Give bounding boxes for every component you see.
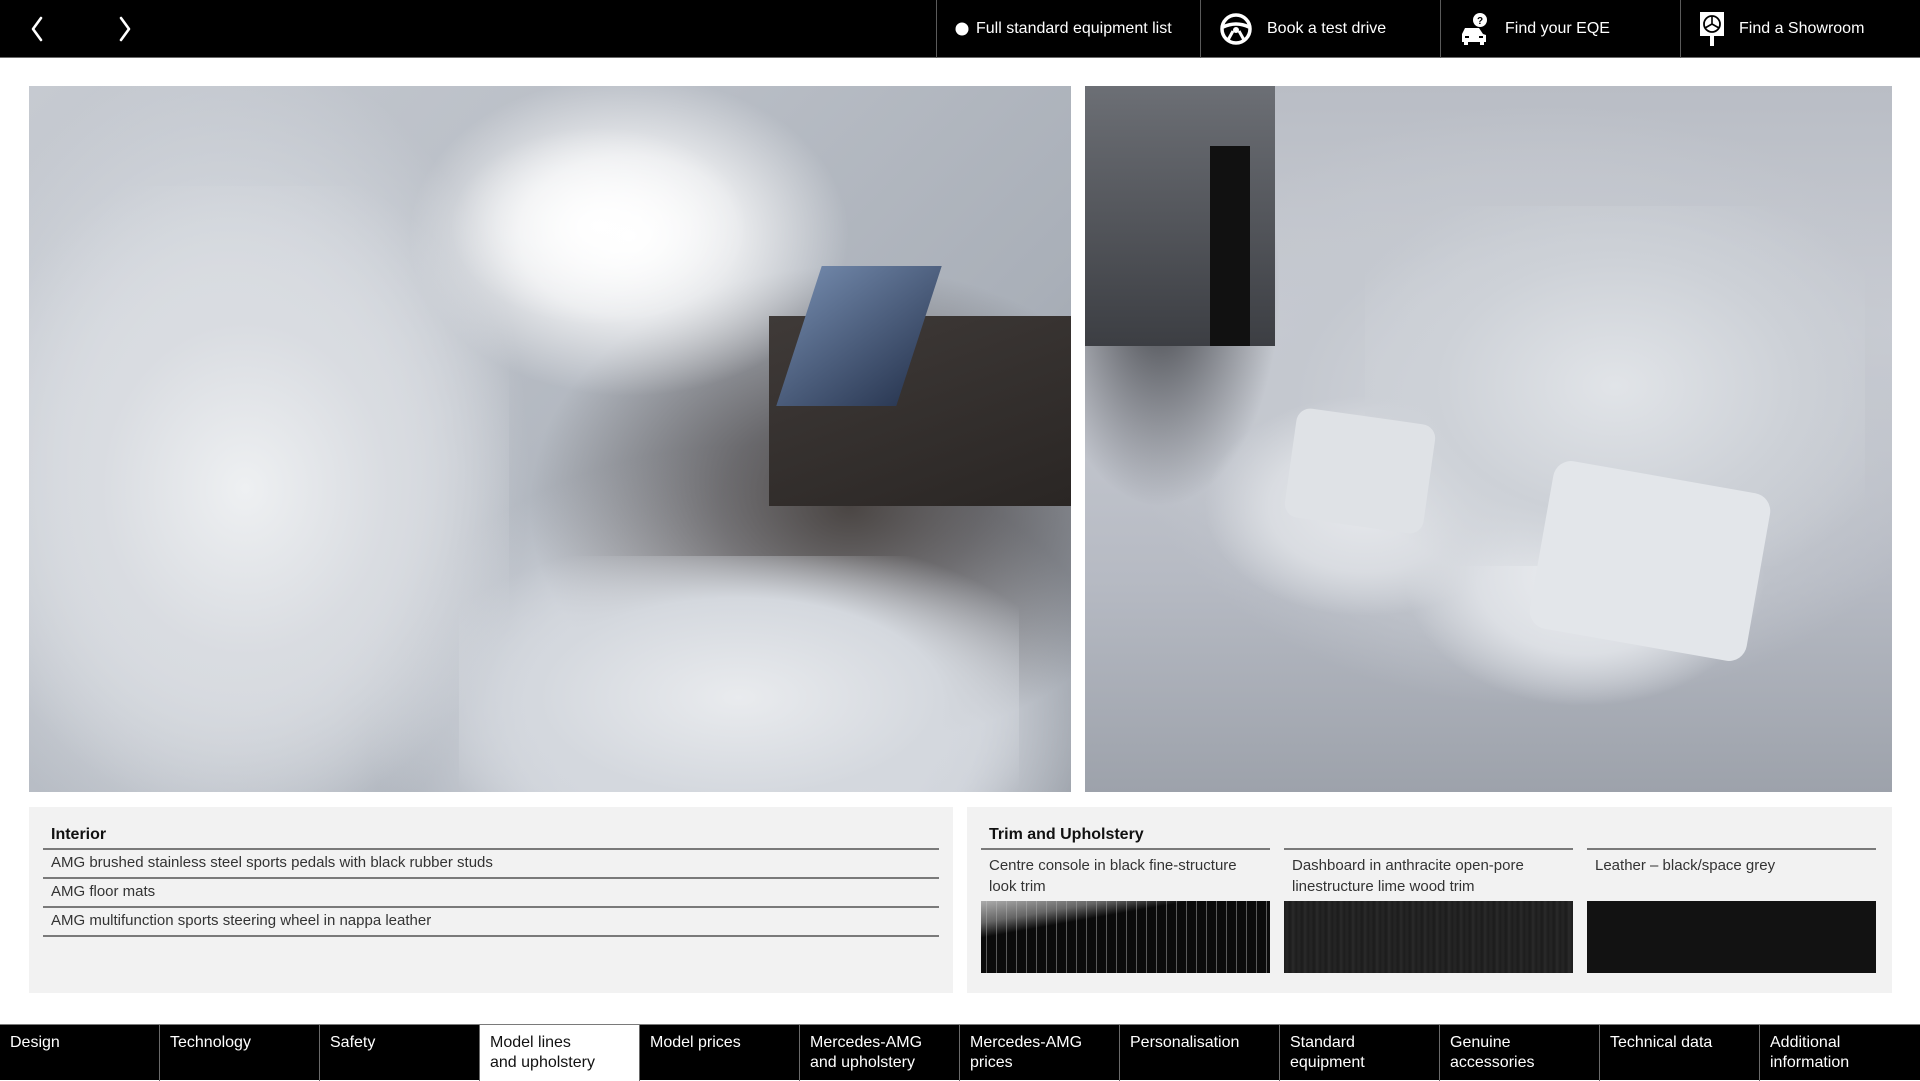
tab-technical-data[interactable]: Technical data	[1600, 1025, 1760, 1081]
list-item: AMG floor mats	[43, 879, 939, 908]
find-your-eqe-button[interactable]: ? Find your EQE	[1440, 0, 1680, 58]
chevron-left-icon	[31, 16, 43, 42]
steering-wheel-icon	[1219, 12, 1253, 46]
trim-option-label: Leather – black/space grey	[1595, 857, 1776, 874]
rear-interior-photo	[1085, 86, 1892, 792]
trim-upholstery-panel: Trim and Upholstery Centre console in bl…	[967, 807, 1892, 993]
tab-label-line2: and upholstery	[810, 1054, 915, 1071]
book-test-drive-label: Book a test drive	[1267, 20, 1387, 37]
tab-label: Design	[10, 1034, 60, 1051]
tab-label: Personalisation	[1130, 1034, 1240, 1051]
interior-panel: Interior AMG brushed stainless steel spo…	[29, 807, 953, 993]
tab-label: Standard	[1290, 1034, 1355, 1051]
tab-label: Mercedes-AMG	[810, 1034, 923, 1051]
tab-label: Technology	[170, 1034, 251, 1051]
tab-label: Model prices	[650, 1034, 741, 1051]
tab-technology[interactable]: Technology	[160, 1025, 320, 1081]
tab-model-lines-upholstery[interactable]: Model lines and upholstery	[480, 1025, 640, 1081]
trim-swatch-leather	[1587, 901, 1876, 973]
interior-list: AMG brushed stainless steel sports pedal…	[43, 848, 939, 937]
trim-option: Leather – black/space grey	[1587, 848, 1876, 973]
tab-label-line2: equipment	[1290, 1054, 1365, 1071]
dot-icon	[955, 22, 969, 36]
tab-label-line2: and upholstery	[490, 1054, 595, 1071]
interior-title: Interior	[51, 826, 107, 843]
trim-upholstery-title: Trim and Upholstery	[989, 826, 1144, 843]
find-your-eqe-label: Find your EQE	[1505, 20, 1610, 37]
trim-option: Dashboard in anthracite open-pore linest…	[1284, 848, 1573, 973]
book-test-drive-button[interactable]: Book a test drive	[1200, 0, 1440, 58]
tab-genuine-accessories[interactable]: Genuine accessories	[1440, 1025, 1600, 1081]
tab-label-line2: prices	[970, 1054, 1013, 1071]
tab-label-line2: information	[1770, 1054, 1850, 1071]
tab-design[interactable]: Design	[0, 1025, 160, 1081]
previous-page-button[interactable]	[22, 12, 52, 46]
next-page-button[interactable]	[110, 12, 140, 46]
tab-label: Safety	[330, 1034, 376, 1051]
trim-swatch-dashboard	[1284, 901, 1573, 973]
chevron-right-icon	[119, 16, 131, 42]
trim-option-label: Centre console in black fine-structure l…	[989, 857, 1237, 895]
car-question-icon: ?	[1459, 12, 1491, 46]
trim-swatch-centre-console	[981, 901, 1270, 973]
tab-mercedes-amg-upholstery[interactable]: Mercedes-AMG and upholstery	[800, 1025, 960, 1081]
bottom-navigation: Design Technology Safety Model lines and …	[0, 1024, 1920, 1081]
full-standard-equipment-list-button[interactable]: Full standard equipment list	[936, 0, 1200, 58]
trim-option-label: Dashboard in anthracite open-pore linest…	[1292, 857, 1524, 895]
tab-mercedes-amg-prices[interactable]: Mercedes-AMG prices	[960, 1025, 1120, 1081]
front-interior-photo	[29, 86, 1071, 792]
list-item: AMG multifunction sports steering wheel …	[43, 908, 939, 937]
tab-label: Technical data	[1610, 1034, 1713, 1051]
tab-safety[interactable]: Safety	[320, 1025, 480, 1081]
full-standard-equipment-list-label: Full standard equipment list	[976, 20, 1172, 37]
trim-option: Centre console in black fine-structure l…	[981, 848, 1270, 973]
tab-label: Genuine	[1450, 1034, 1511, 1051]
tab-additional-information[interactable]: Additional information	[1760, 1025, 1920, 1081]
tab-personalisation[interactable]: Personalisation	[1120, 1025, 1280, 1081]
tab-standard-equipment[interactable]: Standard equipment	[1280, 1025, 1440, 1081]
tab-label-line2: accessories	[1450, 1054, 1535, 1071]
find-showroom-button[interactable]: Find a Showroom	[1680, 0, 1920, 58]
tab-label: Additional	[1770, 1034, 1841, 1051]
tab-model-prices[interactable]: Model prices	[640, 1025, 800, 1081]
tab-label: Model lines	[490, 1034, 571, 1051]
showroom-sign-icon	[1699, 11, 1725, 47]
tab-label: Mercedes-AMG	[970, 1034, 1083, 1051]
top-toolbar: Full standard equipment list Book a test…	[936, 0, 1920, 58]
top-bar: Full standard equipment list Book a test…	[0, 0, 1920, 58]
find-showroom-label: Find a Showroom	[1739, 20, 1865, 37]
list-item: AMG brushed stainless steel sports pedal…	[43, 850, 939, 879]
svg-text:?: ?	[1477, 16, 1483, 27]
